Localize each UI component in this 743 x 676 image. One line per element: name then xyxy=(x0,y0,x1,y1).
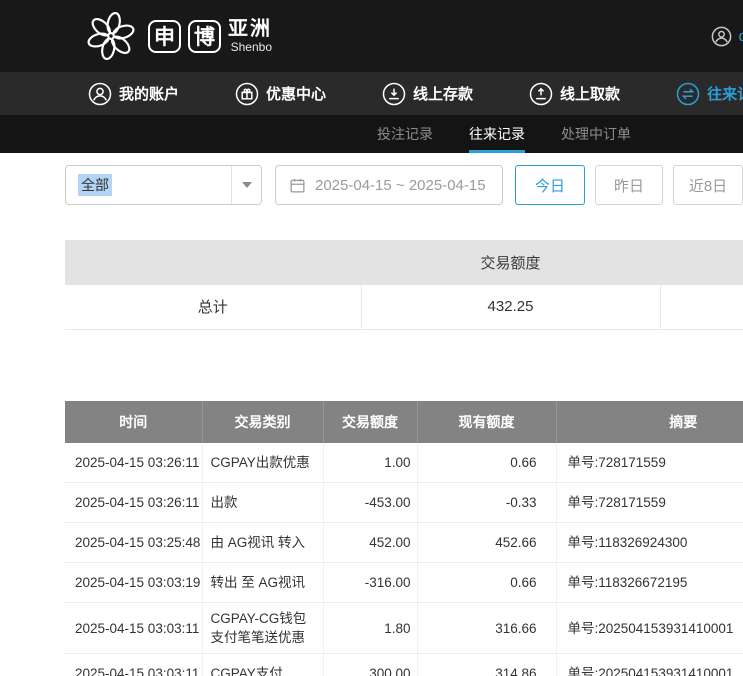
calendar-icon xyxy=(289,177,306,194)
dropdown-arrow-zone[interactable] xyxy=(231,166,261,204)
cell-amount: 1.80 xyxy=(323,603,417,654)
cell-summary: 单号:728171559 xyxy=(556,443,743,483)
tab-transaction-records[interactable]: 往来记录 xyxy=(469,115,525,153)
col-header-balance: 现有额度 xyxy=(417,401,556,443)
main-nav: 我的账户 优惠中心 线上存款 线上取款 xyxy=(0,72,743,115)
withdraw-arrow-up-icon xyxy=(529,82,553,106)
col-header-time: 时间 xyxy=(65,401,202,443)
nav-item-label: 线上取款 xyxy=(560,83,620,104)
transfer-arrows-icon xyxy=(676,82,700,106)
cell-balance: 0.66 xyxy=(417,443,556,483)
nav-item-promo-center[interactable]: 优惠中心 xyxy=(235,82,326,106)
date-range-picker[interactable]: 2025-04-15 ~ 2025-04-15 xyxy=(275,165,503,205)
cell-amount: -316.00 xyxy=(323,563,417,603)
table-row: 2025-04-15 03:03:11 CGPAY-CG钱包支付笔笔送优惠 1.… xyxy=(65,603,743,654)
cell-time: 2025-04-15 03:03:11 xyxy=(65,603,202,654)
logo-brand-text: Shenbo xyxy=(231,41,272,53)
nav-item-transaction-records[interactable]: 往来记录 xyxy=(676,82,743,106)
records-table: 时间 交易类别 交易额度 现有额度 摘要 2025-04-15 03:26:11… xyxy=(65,401,743,676)
cell-balance: 0.66 xyxy=(417,563,556,603)
deposit-arrow-down-icon xyxy=(382,82,406,106)
tab-betting-records[interactable]: 投注记录 xyxy=(377,115,433,153)
cell-time: 2025-04-15 03:26:11 xyxy=(65,443,202,483)
nav-item-label: 往来记录 xyxy=(707,83,743,104)
table-row: 2025-04-15 03:25:48 由 AG视讯 转入 452.00 452… xyxy=(65,523,743,563)
page: 申 博 亚洲 Shenbo q 我的账户 xyxy=(0,0,743,676)
summary-header-row: 交易额度 xyxy=(65,240,743,285)
summary-section: 交易额度 总计 432.25 xyxy=(65,240,743,330)
date-range-value: 2025-04-15 ~ 2025-04-15 xyxy=(315,177,486,194)
summary-header-amount: 交易额度 xyxy=(361,240,660,285)
cell-amount: 452.00 xyxy=(323,523,417,563)
summary-total-row: 总计 432.25 xyxy=(65,285,743,329)
table-row: 2025-04-15 03:03:11 CGPAY支付 300.00 314.8… xyxy=(65,654,743,676)
cell-summary: 单号:118326672195 xyxy=(556,563,743,603)
cell-type: 由 AG视讯 转入 xyxy=(202,523,323,563)
logo-char-box: 申 xyxy=(148,20,181,53)
username-text[interactable]: q xyxy=(739,28,743,45)
type-select-value: 全部 xyxy=(78,174,112,196)
summary-table: 交易额度 总计 432.25 xyxy=(65,240,743,330)
cell-type: CGPAY-CG钱包支付笔笔送优惠 xyxy=(202,603,323,654)
brand-logo[interactable]: 申 博 亚洲 Shenbo xyxy=(84,9,272,63)
table-row: 2025-04-15 03:03:19 转出 至 AG视讯 -316.00 0.… xyxy=(65,563,743,603)
yesterday-button[interactable]: 昨日 xyxy=(595,165,663,205)
col-header-amount: 交易额度 xyxy=(323,401,417,443)
col-header-summary: 摘要 xyxy=(556,401,743,443)
account-person-icon xyxy=(88,82,112,106)
cell-time: 2025-04-15 03:03:11 xyxy=(65,654,202,676)
promo-gift-icon xyxy=(235,82,259,106)
cell-type: CGPAY出款优惠 xyxy=(202,443,323,483)
cell-balance: 452.66 xyxy=(417,523,556,563)
col-header-type: 交易类别 xyxy=(202,401,323,443)
cell-time: 2025-04-15 03:25:48 xyxy=(65,523,202,563)
summary-total-label: 总计 xyxy=(65,285,361,329)
sub-nav: 投注记录 往来记录 处理中订单 xyxy=(0,115,743,153)
cell-type: 出款 xyxy=(202,483,323,523)
top-header: 申 博 亚洲 Shenbo q xyxy=(0,0,743,72)
cell-summary: 单号:202504153931410001 xyxy=(556,654,743,676)
cell-time: 2025-04-15 03:26:11 xyxy=(65,483,202,523)
nav-item-label: 优惠中心 xyxy=(266,83,326,104)
logo-text-stack: 亚洲 Shenbo xyxy=(228,19,272,53)
nav-item-label: 线上存款 xyxy=(413,83,473,104)
logo-region-text: 亚洲 xyxy=(228,19,272,39)
today-button[interactable]: 今日 xyxy=(515,165,585,205)
cell-amount: 300.00 xyxy=(323,654,417,676)
records-header-row: 时间 交易类别 交易额度 现有额度 摘要 xyxy=(65,401,743,443)
type-select-dropdown[interactable]: 全部 xyxy=(65,165,262,205)
cell-amount: 1.00 xyxy=(323,443,417,483)
cell-summary: 单号:728171559 xyxy=(556,483,743,523)
table-row: 2025-04-15 03:26:11 出款 -453.00 -0.33 单号:… xyxy=(65,483,743,523)
summary-header-blank xyxy=(660,240,743,285)
nav-item-my-account[interactable]: 我的账户 xyxy=(88,82,179,106)
cell-balance: 316.66 xyxy=(417,603,556,654)
cell-balance: -0.33 xyxy=(417,483,556,523)
cell-type: 转出 至 AG视讯 xyxy=(202,563,323,603)
records-section: 时间 交易类别 交易额度 现有额度 摘要 2025-04-15 03:26:11… xyxy=(65,401,743,676)
summary-header-blank xyxy=(65,240,361,285)
cell-type: CGPAY支付 xyxy=(202,654,323,676)
summary-blank-cell xyxy=(660,285,743,329)
user-area: q xyxy=(711,0,743,72)
summary-total-value: 432.25 xyxy=(361,285,660,329)
pinwheel-flower-icon xyxy=(84,9,138,63)
table-row: 2025-04-15 03:26:11 CGPAY出款优惠 1.00 0.66 … xyxy=(65,443,743,483)
cell-balance: 314.86 xyxy=(417,654,556,676)
tab-processing-orders[interactable]: 处理中订单 xyxy=(561,115,631,153)
nav-item-online-withdraw[interactable]: 线上取款 xyxy=(529,82,620,106)
cell-amount: -453.00 xyxy=(323,483,417,523)
nav-item-label: 我的账户 xyxy=(119,83,179,104)
chevron-down-icon xyxy=(242,182,252,188)
cell-summary: 单号:118326924300 xyxy=(556,523,743,563)
cell-time: 2025-04-15 03:03:19 xyxy=(65,563,202,603)
nav-item-online-deposit[interactable]: 线上存款 xyxy=(382,82,473,106)
filter-bar: 全部 2025-04-15 ~ 2025-04-15 今日 昨日 近8日 xyxy=(65,165,743,205)
cell-summary: 单号:202504153931410001 xyxy=(556,603,743,654)
person-circle-icon[interactable] xyxy=(711,26,732,47)
last-8-days-button[interactable]: 近8日 xyxy=(673,165,743,205)
logo-char-box: 博 xyxy=(188,20,221,53)
